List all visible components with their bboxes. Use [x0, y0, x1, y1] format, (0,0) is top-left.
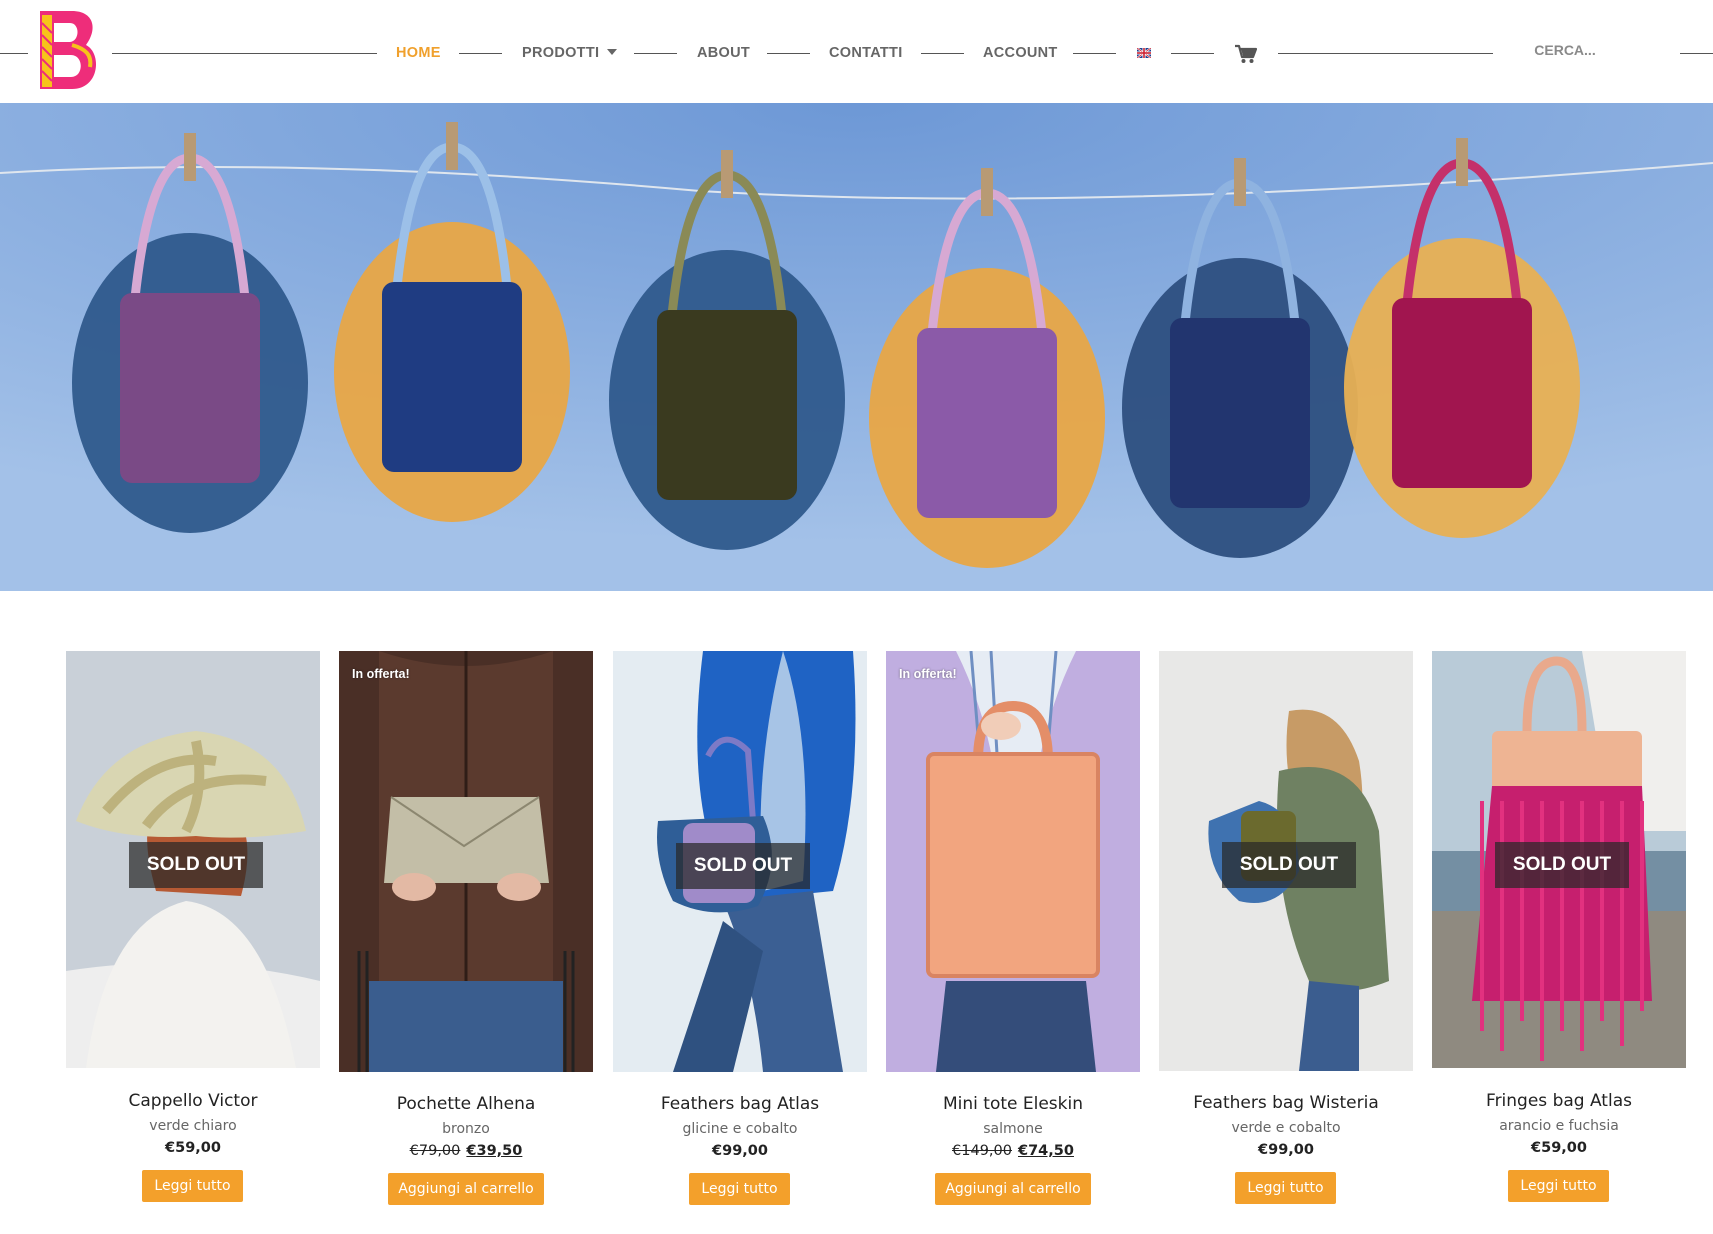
sold-out-badge: SOLD OUT	[129, 842, 263, 888]
nav-account[interactable]: ACCOUNT	[983, 44, 1058, 62]
nav-prodotti-label: PRODOTTI	[522, 45, 600, 61]
nav-contatti[interactable]: CONTATTI	[829, 44, 903, 62]
product-image[interactable]: In offerta!	[886, 651, 1140, 1072]
header-rule	[459, 53, 502, 54]
product-price: €149,00 €74,50	[886, 1143, 1140, 1159]
product-image[interactable]: SOLD OUT	[66, 651, 320, 1068]
sold-out-badge: SOLD OUT	[1222, 842, 1356, 888]
header-rule	[1171, 53, 1214, 54]
product-name[interactable]: Cappello Victor	[66, 1091, 320, 1111]
sold-out-badge: SOLD OUT	[676, 843, 810, 889]
product-color: salmone	[983, 1121, 1043, 1137]
price-old: €79,00	[409, 1143, 461, 1159]
price-current: €99,00	[712, 1143, 768, 1159]
clothespeg-icon	[184, 133, 196, 181]
product-image[interactable]: SOLD OUT	[613, 651, 867, 1072]
product-image[interactable]: SOLD OUT	[1159, 651, 1413, 1071]
read-more-button[interactable]: Leggi tutto	[142, 1170, 243, 1202]
clothespeg-icon	[981, 168, 993, 216]
offer-badge: In offerta!	[899, 667, 957, 681]
read-more-button[interactable]: Leggi tutto	[1508, 1170, 1609, 1202]
search-input[interactable]	[1490, 38, 1640, 62]
read-more-button[interactable]: Leggi tutto	[1235, 1172, 1336, 1204]
clothespeg-icon	[446, 122, 458, 170]
nav-about[interactable]: ABOUT	[697, 44, 750, 62]
product-color: verde chiaro	[149, 1118, 237, 1134]
product-color: glicine e cobalto	[682, 1121, 798, 1137]
product-color: arancio e fuchsia	[1499, 1118, 1619, 1134]
product-color: verde e cobalto	[1231, 1120, 1341, 1136]
header-rule	[921, 53, 964, 54]
product-price: €59,00	[1432, 1140, 1686, 1156]
offer-badge: In offerta!	[352, 667, 410, 681]
hero-banner	[0, 103, 1713, 591]
product-price: €59,00	[66, 1140, 320, 1156]
header-rule	[0, 53, 28, 54]
nav-home[interactable]: HOME	[396, 44, 441, 62]
add-to-cart-button[interactable]: Aggiungi al carrello	[388, 1173, 544, 1205]
clothespeg-icon	[721, 150, 733, 198]
header-rule	[1278, 53, 1493, 54]
product-name[interactable]: Feathers bag Wisteria	[1159, 1093, 1413, 1113]
header-rule	[1680, 53, 1713, 54]
price-current: €99,00	[1258, 1142, 1314, 1158]
brand-logo[interactable]	[38, 9, 102, 91]
uk-flag-icon[interactable]	[1137, 48, 1151, 58]
header-rule	[767, 53, 810, 54]
product-price: €99,00	[1159, 1142, 1413, 1158]
product-price: €79,00 €39,50	[339, 1143, 593, 1159]
price-current: €59,00	[165, 1140, 221, 1156]
cart-icon[interactable]	[1235, 44, 1257, 64]
hero-image	[0, 103, 1713, 591]
price-current: €74,50	[1018, 1143, 1074, 1159]
product-image[interactable]: In offerta!	[339, 651, 593, 1072]
header-rule	[634, 53, 677, 54]
nav-prodotti[interactable]: PRODOTTI	[522, 44, 618, 62]
chevron-down-icon	[607, 49, 618, 55]
price-old: €149,00	[952, 1143, 1012, 1159]
product-name[interactable]: Fringes bag Atlas	[1432, 1091, 1686, 1111]
product-price: €99,00	[613, 1143, 867, 1159]
sold-out-badge: SOLD OUT	[1495, 842, 1629, 888]
site-header: HOME PRODOTTI ABOUT CONTATTI ACCOUNT	[0, 0, 1713, 103]
product-name[interactable]: Pochette Alhena	[339, 1094, 593, 1114]
read-more-button[interactable]: Leggi tutto	[689, 1173, 790, 1205]
clothespeg-icon	[1234, 158, 1246, 206]
header-rule	[112, 53, 377, 54]
product-image[interactable]: SOLD OUT	[1432, 651, 1686, 1068]
price-current: €59,00	[1531, 1140, 1587, 1156]
header-rule	[1073, 53, 1116, 54]
product-name[interactable]: Mini tote Eleskin	[886, 1094, 1140, 1114]
add-to-cart-button[interactable]: Aggiungi al carrello	[935, 1173, 1091, 1205]
clothespeg-icon	[1456, 138, 1468, 186]
price-current: €39,50	[466, 1143, 523, 1159]
product-name[interactable]: Feathers bag Atlas	[613, 1094, 867, 1114]
product-color: bronzo	[442, 1121, 490, 1137]
